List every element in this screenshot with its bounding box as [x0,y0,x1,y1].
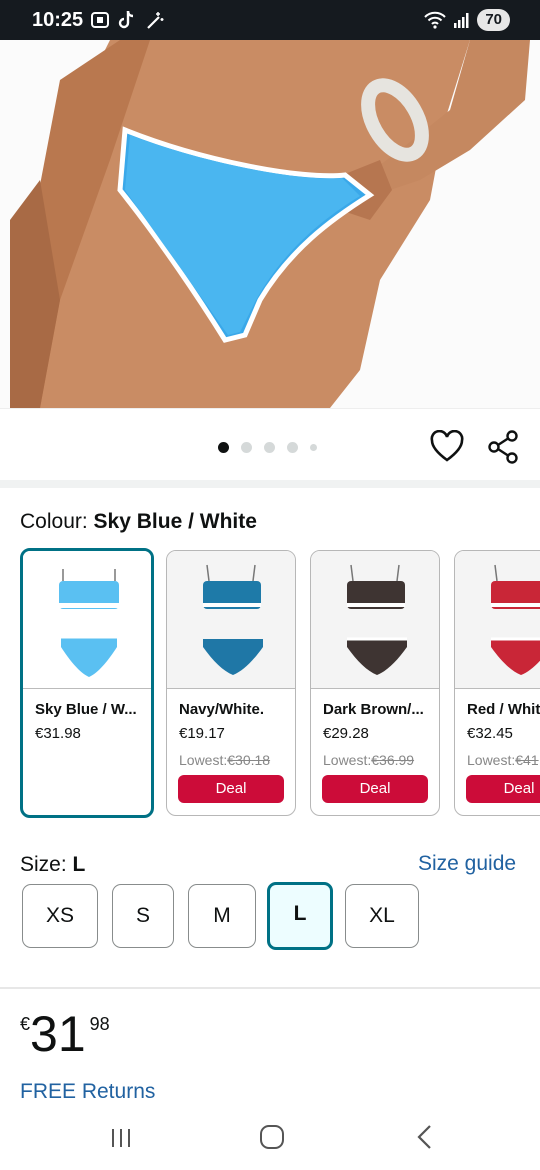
selected-size: L [72,853,86,876]
carousel-dot[interactable] [218,442,229,453]
swatch-image [167,551,295,689]
status-time: 10:25 [32,9,84,31]
back-icon[interactable] [413,1124,437,1150]
carousel-dot[interactable] [287,442,298,453]
product-photo [0,40,540,408]
size-option-s[interactable]: S [112,884,174,948]
colour-swatch-dark-brown[interactable]: Dark Brown/... €29.28 Lowest:€36.99 Deal [310,550,440,816]
carousel-dot[interactable] [241,442,252,453]
swatch-price: €32.45 [467,725,513,742]
swatch-name: Red / White [467,701,540,718]
carousel-dots[interactable] [218,442,317,453]
tiktok-icon [118,10,134,29]
selected-colour: Sky Blue / White [93,510,257,533]
share-icon[interactable] [487,430,521,464]
price-whole: 31 [30,1006,86,1062]
carousel-dot[interactable] [264,442,275,453]
price-fraction: 98 [89,1014,110,1034]
product-price: € 31 98 [20,1008,110,1060]
swatch-lowest-price: Lowest:€36.99 [323,752,415,768]
swatch-name: Sky Blue / W... [35,701,137,718]
heart-icon[interactable] [430,430,464,464]
status-bar: 10:25 70 [0,0,540,40]
size-guide-link[interactable]: Size guide [418,852,516,876]
swatch-lowest-price: Lowest:€30.18 [179,752,271,768]
free-returns-link[interactable]: FREE Returns [20,1080,155,1104]
battery-indicator: 70 [477,9,510,31]
swatch-price: €19.17 [179,725,225,742]
magic-wand-icon [147,12,164,29]
swatch-name: Dark Brown/... [323,701,424,718]
signal-icon [454,13,469,28]
size-option-xl[interactable]: XL [345,884,419,948]
colour-swatch-list[interactable]: Sky Blue / W... €31.98 Navy/White. €19.1… [20,548,540,820]
swatch-name: Navy/White. [179,701,265,718]
product-image[interactable] [0,40,540,408]
colour-swatch-sky-blue[interactable]: Sky Blue / W... €31.98 [20,548,154,818]
screenshot-icon [91,12,109,28]
system-nav-bar [0,1110,540,1170]
swatch-image [455,551,540,689]
colour-swatch-red-white[interactable]: Red / White €32.45 Lowest:€41 Deal [454,550,540,816]
swatch-price: €31.98 [35,725,81,742]
colour-swatch-navy-white[interactable]: Navy/White. €19.17 Lowest:€30.18 Deal [166,550,296,816]
swatch-image [311,551,439,689]
price-currency: € [20,1014,31,1034]
home-icon[interactable] [259,1124,285,1150]
size-option-m[interactable]: M [188,884,256,948]
deal-badge[interactable]: Deal [178,775,284,803]
size-option-l[interactable]: L [267,882,333,950]
section-divider [0,480,540,488]
colour-label: Colour: Sky Blue / White [20,510,257,533]
swatch-price: €29.28 [323,725,369,742]
deal-badge[interactable]: Deal [322,775,428,803]
swatch-image [23,551,151,689]
size-label: Size: L [20,853,86,876]
recent-apps-icon[interactable] [109,1126,133,1150]
carousel-dot[interactable] [310,444,317,451]
size-option-xs[interactable]: XS [22,884,98,948]
swatch-lowest-price: Lowest:€41 [467,752,539,768]
wifi-icon [424,11,447,29]
deal-badge[interactable]: Deal [466,775,540,803]
section-divider [0,987,540,989]
